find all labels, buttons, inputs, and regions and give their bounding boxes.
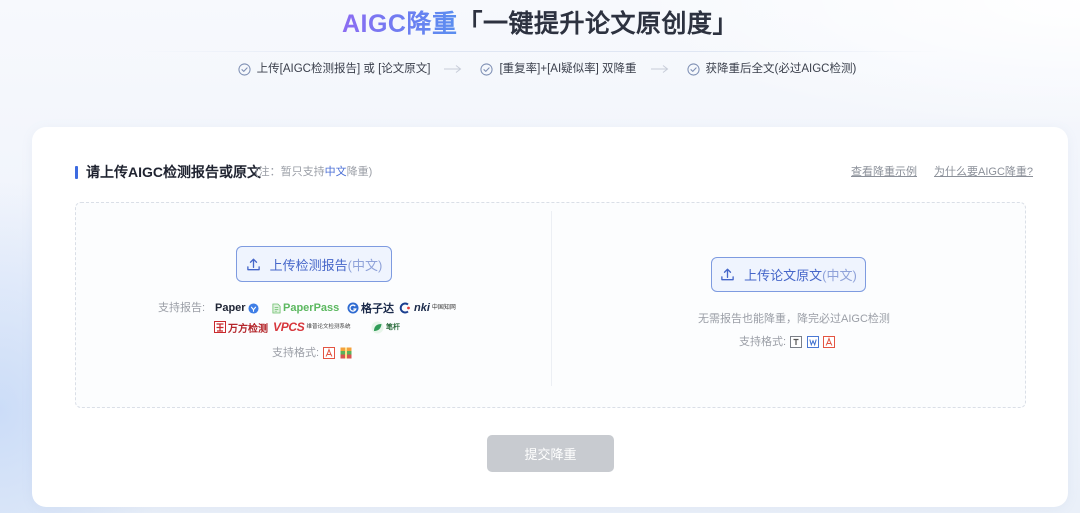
upload-icon <box>246 258 260 270</box>
step-upload: 上传[AIGC检测报告] 或 [论文原文] <box>238 61 431 77</box>
txt-icon <box>790 336 802 348</box>
logo-subtext: 中国知网 <box>431 304 456 311</box>
arrow-right-icon <box>650 65 668 73</box>
supported-reports-label: 支持报告: <box>158 302 206 314</box>
paperyy-logo: Paper <box>215 301 259 315</box>
logo-text: 万方检测 <box>228 323 268 335</box>
button-label: 上传论文原文 <box>744 268 823 283</box>
check-circle-icon <box>686 62 700 76</box>
button-hint: (中文) <box>347 257 383 273</box>
header-divider <box>140 51 940 52</box>
note-suffix: 降重) <box>346 166 373 178</box>
button-label: 上传检测报告 <box>269 257 348 273</box>
note-prefix: (注：暂只支持 <box>255 166 325 178</box>
step-label: [重复率]+[AI疑似率] 双降重 <box>499 63 637 75</box>
step-label: 获降重后全文(必过AIGC检测) <box>705 63 857 75</box>
title-highlight: AIGC降重 <box>341 10 458 38</box>
logo-subtext: 维普论文检测系统 <box>306 324 351 330</box>
step-reduce: [重复率]+[AI疑似率] 双降重 <box>480 61 637 77</box>
cnki-mark-icon <box>399 302 410 314</box>
original-description: 无需报告也能降重，降完必过AIGC检测 <box>698 313 890 325</box>
upload-original-button[interactable]: 上传论文原文(中文) <box>711 257 866 292</box>
title-rest: 「一键提升论文原创度」 <box>457 10 739 38</box>
cnki-logo: nki 中国知网 <box>398 301 456 315</box>
bigan-mark-icon <box>371 321 384 333</box>
card-title: 请上传AIGC检测报告或原文 <box>86 164 261 180</box>
upload-original-label: 上传论文原文(中文) <box>744 265 857 284</box>
upload-icon <box>721 268 734 281</box>
steps-bar: 上传[AIGC检测报告] 或 [论文原文] [重复率]+[AI疑似率] 双降重 … <box>0 60 1080 78</box>
wanfang-logo: 万方检测 <box>214 320 268 335</box>
logo-text: VPCS <box>273 320 305 334</box>
vpcs-logo: VPCS 维普论文检测系统 <box>273 320 351 334</box>
check-circle-icon <box>480 62 494 76</box>
upload-card: 请上传AIGC检测报告或原文 (注：暂只支持中文降重) 查看降重示例 为什么要A… <box>32 127 1068 507</box>
pdf-icon <box>323 347 335 359</box>
step-label: 上传[AIGC检测报告] 或 [论文原文] <box>256 63 431 75</box>
logo-text: nki <box>414 302 430 314</box>
report-drop-zone[interactable]: 上传检测报告(中文) 支持报告: Paper PaperPass 格子达 nki… <box>76 203 551 407</box>
pdf-icon <box>823 336 835 348</box>
paperyy-mark-icon <box>248 302 259 314</box>
section-marker <box>75 166 78 179</box>
button-hint: (中文) <box>822 268 857 283</box>
original-drop-zone[interactable]: 上传论文原文(中文) 无需报告也能降重，降完必过AIGC检测 支持格式: <box>552 203 1025 407</box>
logo-text: Paper <box>215 302 246 314</box>
language-note: (注：暂只支持中文降重) <box>255 165 372 179</box>
page-title: AIGC降重「一键提升论文原创度」 <box>0 6 1080 42</box>
paperpass-mark-icon <box>272 303 281 313</box>
step-result: 获降重后全文(必过AIGC检测) <box>686 61 857 77</box>
paperpass-logo: PaperPass <box>272 301 339 315</box>
submit-button[interactable]: 提交降重 <box>487 435 614 472</box>
gezida-logo: 格子达 <box>347 301 394 315</box>
note-highlight: 中文 <box>324 166 347 178</box>
logo-text: PaperPass <box>283 302 340 314</box>
upload-drop-area: 上传检测报告(中文) 支持报告: Paper PaperPass 格子达 nki… <box>75 202 1026 408</box>
check-circle-icon <box>238 62 251 76</box>
logo-text: 格子达 <box>361 303 394 315</box>
gezida-mark-icon <box>347 302 359 314</box>
upload-report-label: 上传检测报告(中文) <box>270 255 383 274</box>
supported-formats-label: 支持格式: <box>272 347 320 359</box>
zip-icon <box>340 347 352 359</box>
arrow-right-icon <box>444 65 462 73</box>
supported-formats-label: 支持格式: <box>739 336 787 348</box>
view-example-link[interactable]: 查看降重示例 <box>851 165 917 179</box>
word-icon <box>807 336 819 348</box>
wanfang-mark-icon <box>214 321 226 333</box>
upload-report-button[interactable]: 上传检测报告(中文) <box>236 246 392 282</box>
why-aigc-link[interactable]: 为什么要AIGC降重? <box>934 165 1033 179</box>
logo-text: 笔杆 <box>386 324 400 331</box>
bigan-logo: 笔杆 <box>371 320 400 334</box>
